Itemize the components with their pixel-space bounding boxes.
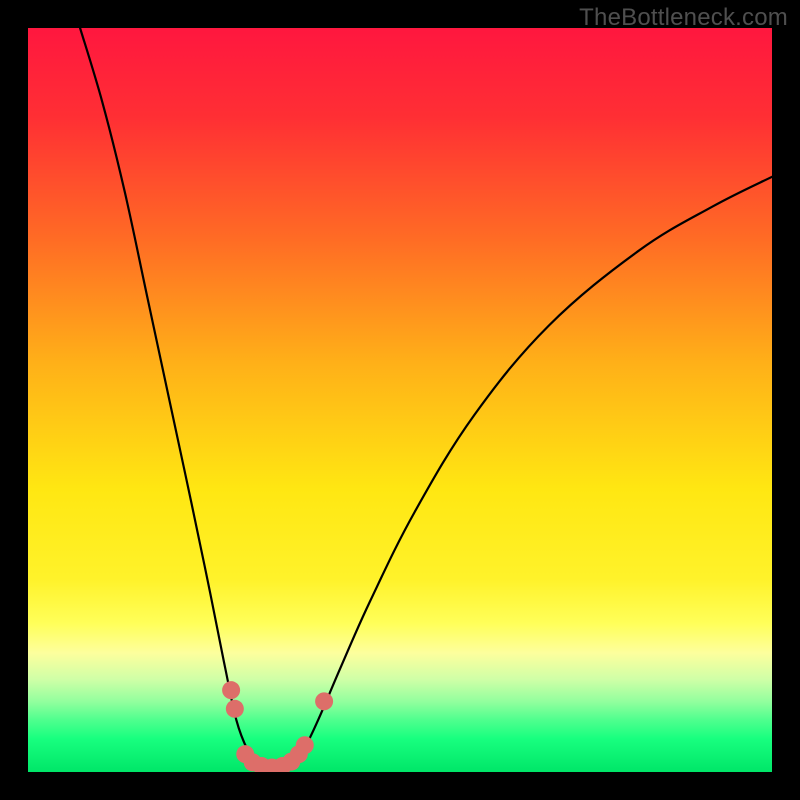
marker-dot <box>226 700 244 718</box>
chart-svg <box>28 28 772 772</box>
plot-area <box>28 28 772 772</box>
watermark-text: TheBottleneck.com <box>579 4 788 32</box>
marker-dot <box>296 736 314 754</box>
marker-dot <box>222 681 240 699</box>
marker-dot <box>315 692 333 710</box>
gradient-background <box>28 28 772 772</box>
chart-frame: TheBottleneck.com <box>0 0 800 800</box>
